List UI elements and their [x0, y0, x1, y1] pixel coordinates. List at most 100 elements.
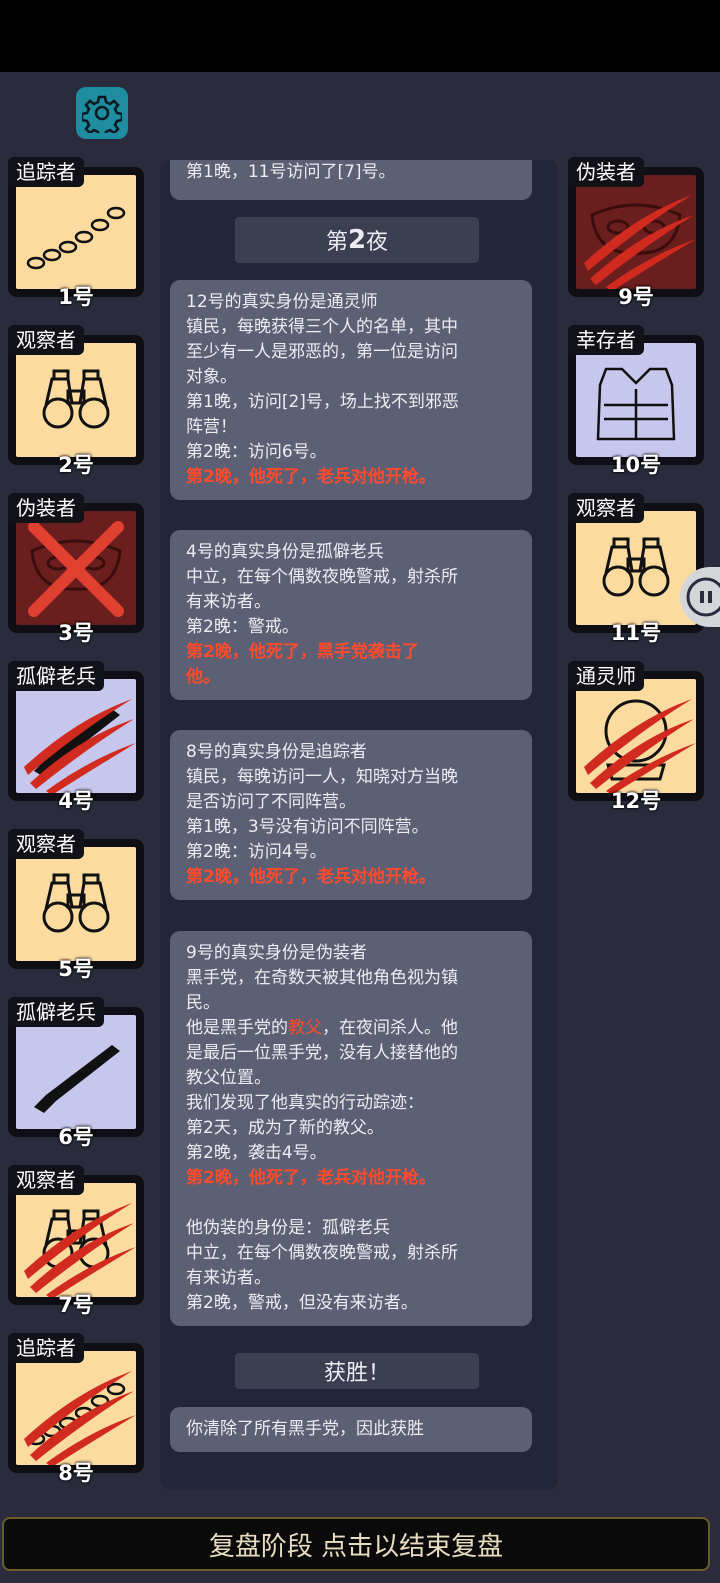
- role-label: 追踪者: [8, 1333, 84, 1363]
- log-line: 第2晚：访问4号。: [186, 842, 327, 862]
- role-portrait: [576, 175, 696, 289]
- role-label: 观察者: [568, 493, 644, 523]
- log-line: 第2晚，警戒，但没有来访者。: [186, 1293, 418, 1313]
- log-line: 镇民，每晚获得三个人的名单，其中: [186, 317, 458, 337]
- role-portrait: [576, 679, 696, 793]
- player-card[interactable]: 伪装者 9号: [568, 157, 704, 309]
- role-portrait: [16, 343, 136, 457]
- role-portrait: [16, 175, 136, 289]
- log-line: 是最后一位黑手党，没有人接替他的: [186, 1043, 458, 1063]
- role-portrait: [576, 343, 696, 457]
- log-line: 第2晚：警戒。: [186, 617, 299, 637]
- log-line: 有来访者。: [186, 592, 271, 612]
- claw-slash-icon: [24, 699, 136, 793]
- log-message: 12号的真实身份是通灵师镇民，每晚获得三个人的名单，其中 至少有一人是邪恶的，第一…: [170, 280, 532, 500]
- player-card[interactable]: 观察者 7号: [8, 1165, 144, 1317]
- log-death-line: 第2晚，他死了，老兵对他开枪。: [186, 467, 436, 487]
- log-line: 他伪装的身份是：孤僻老兵: [186, 1218, 390, 1238]
- night-header: 第2夜: [235, 217, 479, 263]
- log-line: 第1晚，3号没有访问不同阵营。: [186, 817, 429, 837]
- godfather-highlight: 教父: [288, 1018, 322, 1038]
- log-line: 第2晚：访问6号。: [186, 442, 327, 462]
- chat-handle-icon: [686, 577, 720, 617]
- binoculars-icon: [602, 537, 670, 597]
- night-header-number: 2: [347, 225, 367, 255]
- vest-icon: [596, 367, 676, 441]
- log-message: 9号的真实身份是伪装者黑手党，在奇数天被其他角色视为镇 民。 他是黑手党的教父，在…: [170, 931, 532, 1326]
- victory-message: 你清除了所有黑手党，因此获胜: [170, 1407, 532, 1452]
- player-card[interactable]: 孤僻老兵 6号: [8, 997, 144, 1149]
- log-line: 民。: [186, 993, 220, 1013]
- log-message-partial: 第1晚，11号访问了[7]号。: [170, 160, 532, 200]
- player-card[interactable]: 孤僻老兵 4号: [8, 661, 144, 813]
- player-card[interactable]: 追踪者 1号: [8, 157, 144, 309]
- player-card[interactable]: 伪装者 3号: [8, 493, 144, 645]
- log-line: 第2晚，袭击4号。: [186, 1143, 327, 1163]
- role-label: 伪装者: [8, 493, 84, 523]
- rifle-icon: [34, 709, 120, 777]
- log-line: 中立，在每个偶数夜晚警戒，射杀所: [186, 1243, 458, 1263]
- end-review-button[interactable]: 复盘阶段 点击以结束复盘: [2, 1517, 710, 1571]
- player-number: 10号: [610, 453, 662, 477]
- log-text: 他是黑手党的: [186, 1018, 288, 1038]
- log-line: 对象。: [186, 367, 237, 387]
- role-label: 观察者: [8, 325, 84, 355]
- binoculars-icon: [42, 369, 110, 429]
- settings-button[interactable]: [76, 87, 128, 139]
- player-number: 7号: [58, 1293, 94, 1317]
- log-message: 4号的真实身份是孤僻老兵 中立，在每个偶数夜晚警戒，射杀所 有来访者。 第2晚：警戒。…: [170, 530, 532, 700]
- role-label: 孤僻老兵: [8, 661, 104, 691]
- role-portrait: [576, 511, 696, 625]
- end-review-label: 复盘阶段 点击以结束复盘: [208, 1531, 504, 1562]
- log-death-line: 第2晚，他死了，老兵对他开枪。: [186, 1168, 436, 1188]
- log-line: 教父位置。: [186, 1068, 271, 1088]
- rifle-icon: [34, 1045, 120, 1113]
- role-label: 通灵师: [568, 661, 644, 691]
- log-line: 9号的真实身份是伪装者: [186, 943, 367, 963]
- role-portrait: [16, 847, 136, 961]
- log-line: 至少有一人是邪恶的，第一位是访问: [186, 342, 458, 362]
- player-number: 4号: [58, 789, 94, 813]
- role-label: 孤僻老兵: [8, 997, 104, 1027]
- game-log-panel[interactable]: 第1晚，11号访问了[7]号。 第2夜 12号的真实身份是通灵师镇民，每晚获得三…: [160, 160, 558, 1490]
- player-card[interactable]: 追踪者 8号: [8, 1333, 144, 1485]
- role-portrait: [16, 511, 136, 625]
- player-card[interactable]: 通灵师 12号: [568, 661, 704, 813]
- player-number: 2号: [58, 453, 94, 477]
- player-card[interactable]: 幸存者 10号: [568, 325, 704, 477]
- player-number: 9号: [618, 285, 654, 309]
- log-line: 黑手党，在奇数天被其他角色视为镇: [186, 968, 458, 988]
- log-line: 他是黑手党的教父，在夜间杀人。他: [186, 1016, 524, 1041]
- binoculars-icon: [42, 873, 110, 933]
- player-number: 1号: [58, 285, 94, 309]
- role-label: 幸存者: [568, 325, 644, 355]
- log-line: 第2天，成为了新的教父。: [186, 1118, 384, 1138]
- footprints-icon: [26, 206, 126, 270]
- victory-text: 你清除了所有黑手党，因此获胜: [186, 1419, 424, 1439]
- log-line: 我们发现了他真实的行动踪迹：: [186, 1093, 424, 1113]
- side-drawer-button[interactable]: [680, 567, 720, 627]
- log-line: 第1晚，11号访问了[7]号。: [186, 162, 396, 182]
- night-header-prefix: 第: [325, 230, 348, 255]
- claw-slash-icon: [24, 1203, 136, 1297]
- player-number: 8号: [58, 1461, 94, 1485]
- player-card[interactable]: 观察者 5号: [8, 829, 144, 981]
- log-death-line: 第2晚，他死了，黑手党袭击了: [186, 642, 419, 662]
- role-portrait: [16, 1351, 136, 1465]
- log-line: 8号的真实身份是追踪者: [186, 742, 367, 762]
- player-number: 6号: [58, 1125, 94, 1149]
- log-death-line: 他。: [186, 667, 220, 687]
- log-line: 有来访者。: [186, 1268, 271, 1288]
- role-portrait: [16, 1015, 136, 1129]
- log-line: 是否访问了不同阵营。: [186, 792, 356, 812]
- log-line: 第1晚，访问[2]号，场上找不到邪恶: [186, 392, 459, 412]
- role-label: 观察者: [8, 1165, 84, 1195]
- gear-icon: [82, 95, 122, 133]
- log-text: ，在夜间杀人。他: [322, 1018, 458, 1038]
- log-line: 12号的真实身份是通灵师: [186, 292, 378, 312]
- player-number: 5号: [58, 957, 94, 981]
- player-card[interactable]: 观察者 2号: [8, 325, 144, 477]
- role-label: 追踪者: [8, 157, 84, 187]
- role-label: 观察者: [8, 829, 84, 859]
- log-death-line: 第2晚，他死了，老兵对他开枪。: [186, 867, 436, 887]
